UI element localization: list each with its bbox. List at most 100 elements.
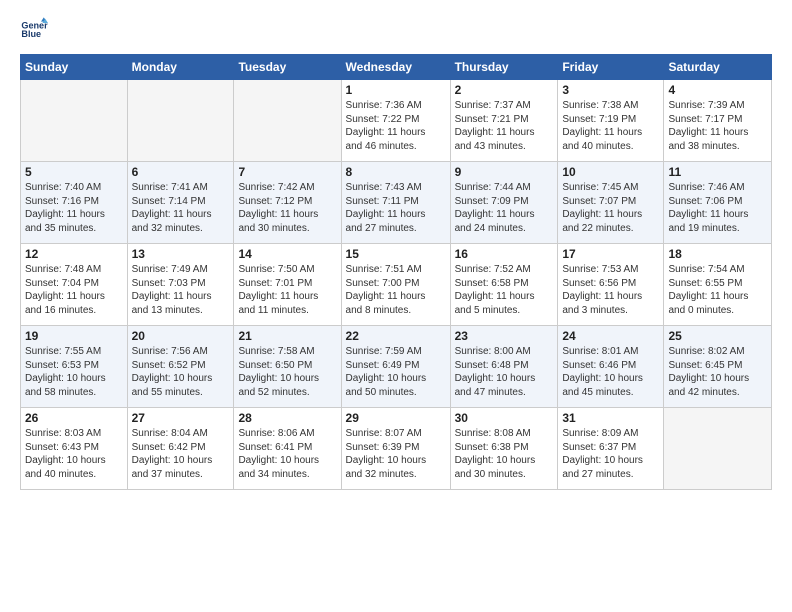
calendar-cell	[21, 80, 128, 162]
day-info: Sunrise: 8:03 AM Sunset: 6:43 PM Dayligh…	[25, 427, 123, 481]
day-number: 21	[238, 329, 336, 343]
calendar-cell: 27Sunrise: 8:04 AM Sunset: 6:42 PM Dayli…	[127, 408, 234, 490]
week-row-4: 26 Sunrise: 8:03 AM Sunset: 6:43 PM Dayli…	[21, 408, 772, 490]
week-row-0: 1 Sunrise: 7:36 AM Sunset: 7:22 PM Daylig…	[21, 80, 772, 162]
calendar-cell	[234, 80, 341, 162]
day-number: 1	[346, 83, 446, 97]
day-info: Sunrise: 7:56 AM Sunset: 6:52 PM Dayligh…	[132, 345, 230, 399]
logo-icon: General Blue	[20, 16, 48, 44]
day-info: Sunrise: 7:53 AM Sunset: 6:56 PM Dayligh…	[562, 263, 659, 317]
day-info: Sunrise: 7:40 AM Sunset: 7:16 PM Dayligh…	[25, 181, 123, 235]
calendar-cell: 20 Sunrise: 7:56 AM Sunset: 6:52 PM Dayli…	[127, 326, 234, 408]
day-info: Sunrise: 8:07 AM Sunset: 6:39 PM Dayligh…	[346, 427, 446, 481]
calendar-cell: 10Sunrise: 7:45 AM Sunset: 7:07 PM Dayli…	[558, 162, 664, 244]
day-info: Sunrise: 7:52 AM Sunset: 6:58 PM Dayligh…	[455, 263, 554, 317]
logo: General Blue	[20, 16, 48, 44]
calendar-cell	[127, 80, 234, 162]
calendar-cell: 6 Sunrise: 7:41 AM Sunset: 7:14 PM Daylig…	[127, 162, 234, 244]
day-info: Sunrise: 8:09 AM Sunset: 6:37 PM Dayligh…	[562, 427, 659, 481]
calendar-cell: 25 Sunrise: 8:02 AM Sunset: 6:45 PM Dayli…	[664, 326, 772, 408]
calendar-cell: 14 Sunrise: 7:50 AM Sunset: 7:01 PM Dayli…	[234, 244, 341, 326]
calendar-cell: 12 Sunrise: 7:48 AM Sunset: 7:04 PM Dayli…	[21, 244, 128, 326]
day-info: Sunrise: 7:36 AM Sunset: 7:22 PM Dayligh…	[346, 99, 446, 153]
day-info: Sunrise: 7:51 AM Sunset: 7:00 PM Dayligh…	[346, 263, 446, 317]
svg-text:Blue: Blue	[21, 29, 41, 39]
day-info: Sunrise: 8:02 AM Sunset: 6:45 PM Dayligh…	[668, 345, 767, 399]
calendar-cell: 28Sunrise: 8:06 AM Sunset: 6:41 PM Dayli…	[234, 408, 341, 490]
day-info: Sunrise: 8:06 AM Sunset: 6:41 PM Dayligh…	[238, 427, 336, 481]
calendar-cell: 29 Sunrise: 8:07 AM Sunset: 6:39 PM Dayli…	[341, 408, 450, 490]
calendar-cell: 4 Sunrise: 7:39 AM Sunset: 7:17 PM Daylig…	[664, 80, 772, 162]
day-number: 13	[132, 247, 230, 261]
calendar-cell: 23 Sunrise: 8:00 AM Sunset: 6:48 PM Dayli…	[450, 326, 558, 408]
day-number: 7	[238, 165, 336, 179]
calendar-cell: 11 Sunrise: 7:46 AM Sunset: 7:06 PM Dayli…	[664, 162, 772, 244]
calendar-cell: 13 Sunrise: 7:49 AM Sunset: 7:03 PM Dayli…	[127, 244, 234, 326]
day-number: 23	[455, 329, 554, 343]
day-info: Sunrise: 7:42 AM Sunset: 7:12 PM Dayligh…	[238, 181, 336, 235]
day-info: Sunrise: 7:46 AM Sunset: 7:06 PM Dayligh…	[668, 181, 767, 235]
day-info: Sunrise: 7:41 AM Sunset: 7:14 PM Dayligh…	[132, 181, 230, 235]
day-number: 29	[346, 411, 446, 425]
day-number: 2	[455, 83, 554, 97]
day-info: Sunrise: 7:58 AM Sunset: 6:50 PM Dayligh…	[238, 345, 336, 399]
day-info: Sunrise: 7:49 AM Sunset: 7:03 PM Dayligh…	[132, 263, 230, 317]
calendar-cell: 2Sunrise: 7:37 AM Sunset: 7:21 PM Daylig…	[450, 80, 558, 162]
day-number: 19	[25, 329, 123, 343]
day-number: 30	[455, 411, 554, 425]
day-number: 6	[132, 165, 230, 179]
week-row-2: 12 Sunrise: 7:48 AM Sunset: 7:04 PM Dayli…	[21, 244, 772, 326]
day-number: 26	[25, 411, 123, 425]
calendar-cell: 30 Sunrise: 8:08 AM Sunset: 6:38 PM Dayli…	[450, 408, 558, 490]
day-info: Sunrise: 7:50 AM Sunset: 7:01 PM Dayligh…	[238, 263, 336, 317]
day-number: 14	[238, 247, 336, 261]
calendar-cell: 3 Sunrise: 7:38 AM Sunset: 7:19 PM Daylig…	[558, 80, 664, 162]
day-info: Sunrise: 7:44 AM Sunset: 7:09 PM Dayligh…	[455, 181, 554, 235]
day-number: 17	[562, 247, 659, 261]
weekday-header-monday: Monday	[127, 55, 234, 80]
day-info: Sunrise: 8:00 AM Sunset: 6:48 PM Dayligh…	[455, 345, 554, 399]
day-number: 11	[668, 165, 767, 179]
day-info: Sunrise: 8:04 AM Sunset: 6:42 PM Dayligh…	[132, 427, 230, 481]
day-number: 4	[668, 83, 767, 97]
day-info: Sunrise: 7:45 AM Sunset: 7:07 PM Dayligh…	[562, 181, 659, 235]
day-number: 24	[562, 329, 659, 343]
day-number: 31	[562, 411, 659, 425]
calendar-cell: 16 Sunrise: 7:52 AM Sunset: 6:58 PM Dayli…	[450, 244, 558, 326]
day-number: 22	[346, 329, 446, 343]
weekday-header-sunday: Sunday	[21, 55, 128, 80]
week-row-3: 19Sunrise: 7:55 AM Sunset: 6:53 PM Dayli…	[21, 326, 772, 408]
day-info: Sunrise: 7:54 AM Sunset: 6:55 PM Dayligh…	[668, 263, 767, 317]
day-number: 12	[25, 247, 123, 261]
day-info: Sunrise: 7:48 AM Sunset: 7:04 PM Dayligh…	[25, 263, 123, 317]
calendar-cell: 8 Sunrise: 7:43 AM Sunset: 7:11 PM Daylig…	[341, 162, 450, 244]
weekday-header-wednesday: Wednesday	[341, 55, 450, 80]
calendar-cell: 18Sunrise: 7:54 AM Sunset: 6:55 PM Dayli…	[664, 244, 772, 326]
day-number: 5	[25, 165, 123, 179]
calendar-cell: 1 Sunrise: 7:36 AM Sunset: 7:22 PM Daylig…	[341, 80, 450, 162]
calendar-cell: 22Sunrise: 7:59 AM Sunset: 6:49 PM Dayli…	[341, 326, 450, 408]
page: General Blue SundayMondayTuesdayWednesda…	[0, 0, 792, 612]
day-info: Sunrise: 7:38 AM Sunset: 7:19 PM Dayligh…	[562, 99, 659, 153]
weekday-header-row: SundayMondayTuesdayWednesdayThursdayFrid…	[21, 55, 772, 80]
calendar-cell	[664, 408, 772, 490]
calendar-cell: 7 Sunrise: 7:42 AM Sunset: 7:12 PM Daylig…	[234, 162, 341, 244]
day-info: Sunrise: 7:39 AM Sunset: 7:17 PM Dayligh…	[668, 99, 767, 153]
day-number: 15	[346, 247, 446, 261]
day-info: Sunrise: 8:08 AM Sunset: 6:38 PM Dayligh…	[455, 427, 554, 481]
calendar-cell: 5 Sunrise: 7:40 AM Sunset: 7:16 PM Daylig…	[21, 162, 128, 244]
weekday-header-saturday: Saturday	[664, 55, 772, 80]
day-number: 25	[668, 329, 767, 343]
day-number: 16	[455, 247, 554, 261]
day-number: 3	[562, 83, 659, 97]
weekday-header-friday: Friday	[558, 55, 664, 80]
weekday-header-thursday: Thursday	[450, 55, 558, 80]
week-row-1: 5 Sunrise: 7:40 AM Sunset: 7:16 PM Daylig…	[21, 162, 772, 244]
calendar-cell: 24Sunrise: 8:01 AM Sunset: 6:46 PM Dayli…	[558, 326, 664, 408]
calendar-cell: 21 Sunrise: 7:58 AM Sunset: 6:50 PM Dayli…	[234, 326, 341, 408]
day-number: 8	[346, 165, 446, 179]
day-info: Sunrise: 7:43 AM Sunset: 7:11 PM Dayligh…	[346, 181, 446, 235]
day-number: 20	[132, 329, 230, 343]
header: General Blue	[20, 16, 772, 44]
calendar-cell: 31 Sunrise: 8:09 AM Sunset: 6:37 PM Dayli…	[558, 408, 664, 490]
